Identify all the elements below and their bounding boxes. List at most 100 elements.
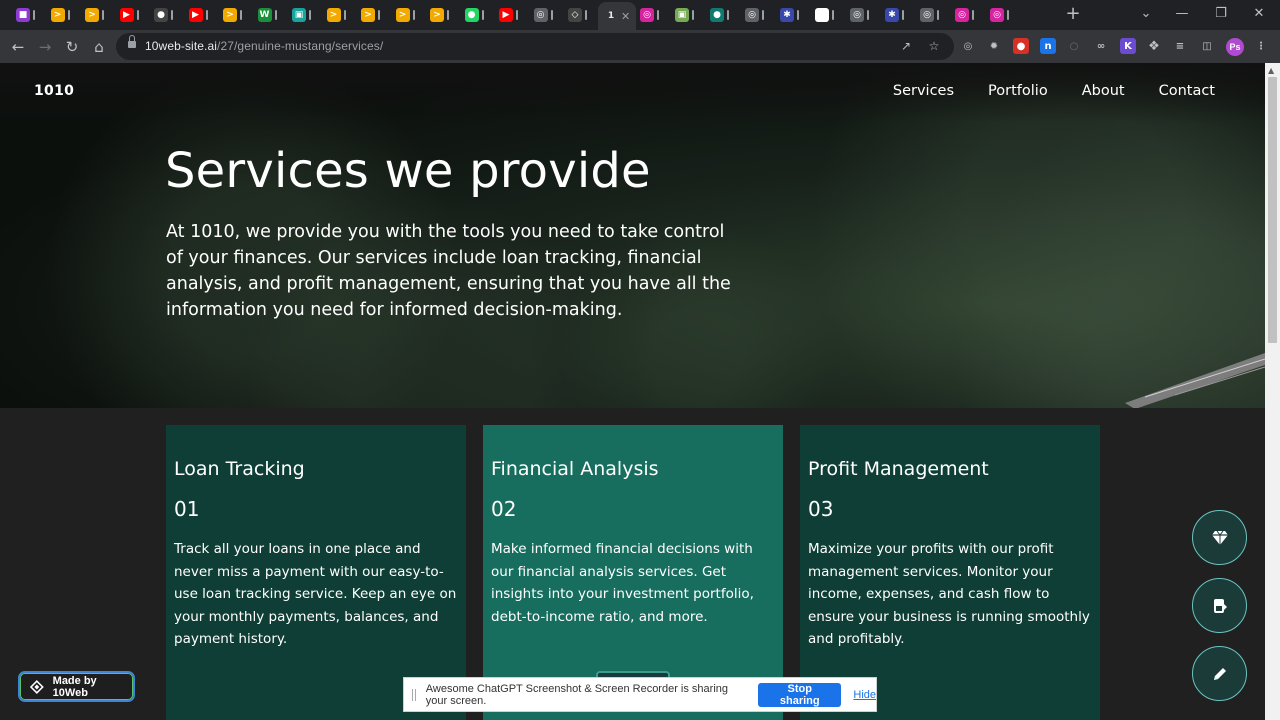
active-tab[interactable]: 1 ✕	[598, 2, 637, 30]
diamond-fab-button[interactable]	[1192, 510, 1247, 565]
bookmark-star-icon[interactable]: ☆	[926, 38, 942, 54]
made-by-10web-badge[interactable]: Made by 10Web	[18, 671, 135, 702]
extension-circle-icon[interactable]: ◎	[960, 38, 976, 54]
browser-tab-6[interactable]: >	[223, 4, 242, 26]
edit-fab-button[interactable]	[1192, 646, 1247, 701]
page-scrollbar[interactable]: ▲	[1265, 63, 1280, 720]
menu-kebab-icon[interactable]: ⋮	[1253, 38, 1269, 54]
new-tab-button[interactable]: +	[1061, 4, 1085, 24]
browser-tab-strip: ■ > > ▶ ● ▶ > W ▣ > > > > ● ▶ ◎ ◇ 1 ✕ ◎ ▣ ● ◎ ✱ G ◎ ✱ ◎ ◎ ◎ + ⌄ — …	[0, 0, 1280, 30]
extension-recorder-icon[interactable]: ∞	[1093, 38, 1109, 54]
reload-button[interactable]: ↻	[61, 36, 83, 58]
browser-tab-16[interactable]: ◇	[568, 4, 587, 26]
tab-title-fragment	[33, 10, 35, 20]
tab-search-icon[interactable]: ⌄	[1134, 4, 1158, 24]
browser-tab-4[interactable]: ●	[154, 4, 173, 26]
browser-tab-12[interactable]: >	[430, 4, 449, 26]
browser-tab-right-5[interactable]: G	[815, 4, 834, 26]
card-title: Financial Analysis	[491, 458, 659, 480]
tab-title-fragment	[343, 10, 346, 20]
browser-tab-right-4[interactable]: ✱	[780, 4, 799, 26]
browser-tab-right-8[interactable]: ◎	[920, 4, 939, 26]
tab-title-fragment	[309, 10, 311, 20]
youtube-icon: ▶	[499, 8, 513, 22]
side-panel-icon[interactable]: ◫	[1199, 38, 1215, 54]
browser-tab-10[interactable]: >	[361, 4, 380, 26]
maximize-button[interactable]: ❐	[1209, 4, 1233, 24]
browser-tab-3[interactable]: ▶	[119, 4, 139, 26]
nav-contact[interactable]: Contact	[1159, 83, 1215, 99]
tab-title-fragment	[692, 10, 694, 20]
url-text[interactable]: 10web-site.ai/27/genuine-mustang/service…	[145, 39, 383, 53]
extension-badge-icon[interactable]: ●	[1013, 38, 1029, 54]
instagram-icon: ◎	[640, 8, 654, 22]
lock-icon[interactable]	[128, 35, 136, 48]
pencil-icon	[1213, 667, 1226, 680]
nav-about[interactable]: About	[1082, 83, 1125, 99]
browser-tab-right-1[interactable]: ▣	[675, 4, 694, 26]
tab-favicon: 1	[607, 10, 615, 21]
browser-tab-11[interactable]: >	[395, 4, 415, 26]
address-bar[interactable]: 10web-site.ai/27/genuine-mustang/service…	[116, 33, 954, 60]
browser-tab-right-9[interactable]: ◎	[955, 4, 974, 26]
browser-tab-8[interactable]: ▣	[292, 4, 311, 26]
scroll-thumb[interactable]	[1268, 77, 1277, 343]
extensions-puzzle-icon[interactable]: ❖	[1146, 38, 1162, 54]
tab-title-fragment	[585, 10, 587, 20]
share-icon[interactable]: ↗	[898, 38, 914, 54]
browser-tab-right-3[interactable]: ◎	[745, 4, 764, 26]
close-window-button[interactable]: ✕	[1247, 4, 1271, 24]
browser-tab-5[interactable]: ▶	[188, 4, 208, 26]
stop-sharing-button[interactable]: Stop sharing	[758, 682, 842, 707]
scroll-up-arrow-icon[interactable]: ▲	[1268, 66, 1274, 75]
drag-handle[interactable]	[412, 688, 416, 701]
forward-button[interactable]: →	[34, 36, 56, 58]
gear-blue-icon: ✱	[885, 8, 899, 22]
tab-title-fragment	[1007, 10, 1009, 20]
reading-list-icon[interactable]: ≡	[1172, 38, 1188, 54]
profile-avatar[interactable]: Ps	[1226, 38, 1244, 56]
style-fab-button[interactable]	[1192, 578, 1247, 633]
photo-icon: ▣	[675, 8, 689, 22]
tab-title-fragment	[550, 10, 553, 20]
tab-title-fragment	[412, 10, 415, 20]
tab-title-fragment	[972, 10, 974, 20]
browser-tab-9[interactable]: >	[326, 4, 346, 26]
chrome-icon: ◎	[745, 8, 759, 22]
orange-bolt-icon: >	[395, 8, 410, 22]
minimize-button[interactable]: —	[1170, 4, 1194, 24]
browser-tab-right-2[interactable]: ●	[710, 4, 729, 26]
extension-purple-icon[interactable]: K	[1120, 38, 1136, 54]
browser-tab-right-0[interactable]: ◎	[640, 4, 659, 26]
browser-tab-1[interactable]: >	[50, 4, 70, 26]
back-button[interactable]: ←	[7, 36, 29, 58]
extension-blue-icon[interactable]: n	[1040, 38, 1056, 54]
hide-link[interactable]: Hide	[853, 689, 876, 701]
browser-tab-7[interactable]: W	[257, 4, 277, 26]
site-logo[interactable]: 1010	[34, 83, 74, 99]
orange-bolt-icon: >	[85, 8, 99, 22]
tab-title-fragment	[136, 10, 139, 20]
extension-gear-icon[interactable]: ✹	[986, 38, 1002, 54]
browser-tab-right-6[interactable]: ◎	[850, 4, 869, 26]
tab-title-fragment	[378, 10, 380, 20]
nav-portfolio[interactable]: Portfolio	[988, 83, 1048, 99]
card-number: 01	[174, 497, 200, 521]
browser-tab-13[interactable]: ●	[464, 4, 484, 26]
tab-title-fragment	[937, 10, 939, 20]
browser-tab-right-10[interactable]: ◎	[990, 4, 1009, 26]
tab-title-fragment	[727, 10, 729, 20]
nav-services[interactable]: Services	[893, 83, 954, 99]
browser-tab-0[interactable]: ■	[16, 4, 35, 26]
close-icon[interactable]: ✕	[621, 10, 630, 23]
browser-tab-14[interactable]: ▶	[499, 4, 518, 26]
browser-tab-right-7[interactable]: ✱	[885, 4, 904, 26]
10web-logo-icon	[30, 679, 44, 694]
site-nav: Services Portfolio About Contact	[893, 83, 1215, 99]
hero-description: At 1010, we provide you with the tools y…	[166, 222, 731, 320]
chrome-icon: ◎	[850, 8, 864, 22]
extension-grey-icon[interactable]: ○	[1066, 38, 1082, 54]
browser-tab-2[interactable]: >	[85, 4, 104, 26]
browser-tab-15[interactable]: ◎	[533, 4, 553, 26]
home-button[interactable]: ⌂	[88, 36, 110, 58]
